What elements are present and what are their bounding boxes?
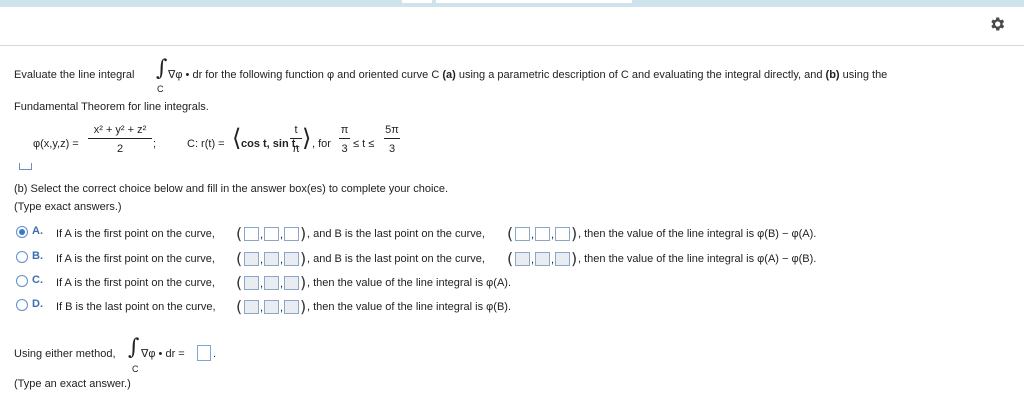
option-a-lparen1: ( bbox=[236, 224, 243, 243]
curve-t-numerator: t bbox=[294, 124, 298, 136]
comma: , bbox=[551, 229, 555, 241]
option-b-point-b-y-input[interactable] bbox=[535, 252, 550, 266]
option-b-point-a-z-input[interactable] bbox=[284, 252, 299, 266]
lower-bound-numerator: π bbox=[340, 124, 349, 136]
option-b-lparen1: ( bbox=[236, 249, 243, 268]
option-d-text1: If B is the last point on the curve, bbox=[56, 301, 216, 313]
option-a-point-a-z-input[interactable] bbox=[284, 227, 299, 241]
gear-icon[interactable] bbox=[988, 15, 1006, 33]
option-d-point-b-x-input[interactable] bbox=[244, 300, 259, 314]
option-a-point-a-y-input[interactable] bbox=[264, 227, 279, 241]
integral-subscript: C bbox=[157, 84, 164, 94]
comma: , bbox=[260, 229, 264, 241]
option-c-point-a-y-input[interactable] bbox=[264, 276, 279, 290]
comma: , bbox=[260, 254, 264, 266]
option-d-point-b-y-input[interactable] bbox=[264, 300, 279, 314]
option-d-radio[interactable] bbox=[16, 299, 28, 311]
problem-line2: Fundamental Theorem for line integrals. bbox=[14, 101, 209, 113]
option-a-lparen2: ( bbox=[507, 224, 514, 243]
collapse-marker[interactable] bbox=[19, 163, 32, 170]
part-b-heading: (b) Select the correct choice below and … bbox=[14, 183, 449, 195]
comma: , bbox=[531, 254, 535, 266]
option-b-rparen1: ) bbox=[300, 249, 307, 268]
header-divider bbox=[0, 45, 1024, 46]
option-c-rparen: ) bbox=[300, 273, 307, 292]
option-b-point-b-x-input[interactable] bbox=[515, 252, 530, 266]
integral-sign: ∫ bbox=[156, 56, 168, 81]
phi-denominator: 2 bbox=[116, 143, 124, 155]
option-b-letter: B. bbox=[32, 250, 43, 262]
final-integral-sign: ∫ bbox=[128, 335, 140, 360]
upper-bound-numerator: 5π bbox=[385, 124, 399, 136]
problem-intro: Evaluate the line integral bbox=[14, 69, 135, 81]
final-answer-input[interactable] bbox=[197, 345, 211, 361]
option-a-point-b-x-input[interactable] bbox=[515, 227, 530, 241]
option-a-text3: , then the value of the line integral is… bbox=[578, 228, 817, 240]
for-text: , for bbox=[312, 138, 331, 150]
option-a-point-b-y-input[interactable] bbox=[535, 227, 550, 241]
comma: , bbox=[280, 278, 284, 290]
lower-bound-denominator: 3 bbox=[341, 143, 348, 155]
phi-semicolon: ; bbox=[153, 138, 157, 150]
upper-bound-bar bbox=[384, 138, 400, 139]
option-c-lparen: ( bbox=[236, 273, 243, 292]
comma: , bbox=[551, 254, 555, 266]
option-a-rparen1: ) bbox=[300, 224, 307, 243]
lower-bound-bar bbox=[339, 138, 350, 139]
comma: , bbox=[260, 302, 264, 314]
option-a-point-a-x-input[interactable] bbox=[244, 227, 259, 241]
option-c-text3: , then the value of the line integral is… bbox=[307, 277, 512, 289]
curve-t-bar bbox=[290, 138, 302, 139]
comma: , bbox=[280, 254, 284, 266]
option-d-lparen: ( bbox=[236, 297, 243, 316]
option-b-text2: , and B is the last point on the curve, bbox=[307, 253, 485, 265]
curve-label: C: r(t) = bbox=[187, 138, 225, 150]
part-b-hint: (Type exact answers.) bbox=[14, 201, 122, 213]
option-d-letter: D. bbox=[32, 298, 43, 310]
phi-numerator: x² + y² + z² bbox=[93, 124, 147, 136]
option-b-text1: If A is the first point on the curve, bbox=[56, 253, 215, 265]
option-c-point-a-z-input[interactable] bbox=[284, 276, 299, 290]
option-c-text1: If A is the first point on the curve, bbox=[56, 277, 215, 289]
final-integrand: ∇φ • dr = bbox=[141, 348, 185, 360]
final-period: . bbox=[213, 348, 217, 360]
option-c-point-a-x-input[interactable] bbox=[244, 276, 259, 290]
comma: , bbox=[280, 229, 284, 241]
option-b-rparen2: ) bbox=[571, 249, 578, 268]
final-hint: (Type an exact answer.) bbox=[14, 378, 131, 390]
option-d-rparen: ) bbox=[300, 297, 307, 316]
option-d-text3: , then the value of the line integral is… bbox=[307, 301, 512, 313]
option-b-point-b-z-input[interactable] bbox=[555, 252, 570, 266]
option-b-text3: , then the value of the line integral is… bbox=[578, 253, 817, 265]
problem-intro-integrand: ∇φ • dr for the following function φ and… bbox=[168, 69, 888, 81]
option-a-letter: A. bbox=[32, 225, 43, 237]
phi-fraction-bar bbox=[88, 138, 152, 139]
option-a-text2: , and B is the last point on the curve, bbox=[307, 228, 485, 240]
option-a-text1: If A is the first point on the curve, bbox=[56, 228, 215, 240]
curve-left-paren: ⟨ bbox=[232, 124, 242, 152]
option-c-letter: C. bbox=[32, 274, 43, 286]
final-prefix: Using either method, bbox=[14, 348, 116, 360]
top-progress-bar bbox=[0, 0, 1024, 7]
option-b-lparen2: ( bbox=[507, 249, 514, 268]
inequality: ≤ t ≤ bbox=[353, 138, 375, 150]
option-b-point-a-x-input[interactable] bbox=[244, 252, 259, 266]
curve-right-paren: ⟩ bbox=[302, 124, 312, 152]
comma: , bbox=[531, 229, 535, 241]
option-a-radio[interactable] bbox=[16, 226, 28, 238]
option-a-rparen2: ) bbox=[571, 224, 578, 243]
upper-bound-denominator: 3 bbox=[388, 143, 396, 155]
final-integral-subscript: C bbox=[132, 364, 139, 374]
comma: , bbox=[280, 302, 284, 314]
phi-label: φ(x,y,z) = bbox=[33, 138, 79, 150]
option-a-point-b-z-input[interactable] bbox=[555, 227, 570, 241]
curve-t-denominator: π bbox=[292, 143, 300, 155]
option-d-point-b-z-input[interactable] bbox=[284, 300, 299, 314]
comma: , bbox=[260, 278, 264, 290]
option-c-radio[interactable] bbox=[16, 275, 28, 287]
option-b-radio[interactable] bbox=[16, 251, 28, 263]
option-b-point-a-y-input[interactable] bbox=[264, 252, 279, 266]
